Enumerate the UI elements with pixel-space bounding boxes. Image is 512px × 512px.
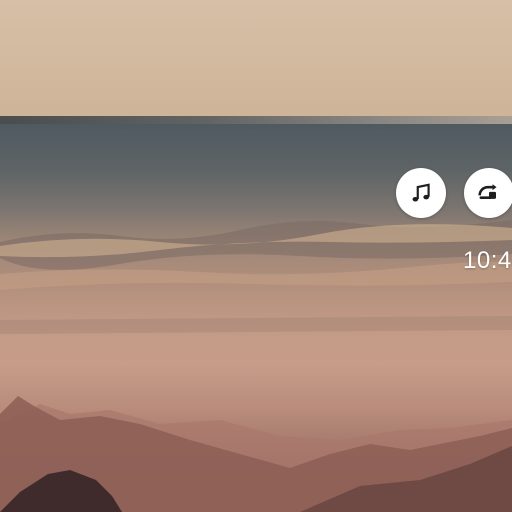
haze-line bbox=[0, 316, 512, 334]
clock-time: 10:4 bbox=[463, 247, 512, 274]
music-note-icon bbox=[412, 183, 430, 202]
cast-connect-icon bbox=[478, 184, 497, 199]
lock-screen: 10:4 bbox=[0, 0, 512, 512]
cast-button[interactable] bbox=[464, 168, 512, 218]
top-panel bbox=[0, 0, 512, 120]
music-button[interactable] bbox=[396, 168, 446, 218]
